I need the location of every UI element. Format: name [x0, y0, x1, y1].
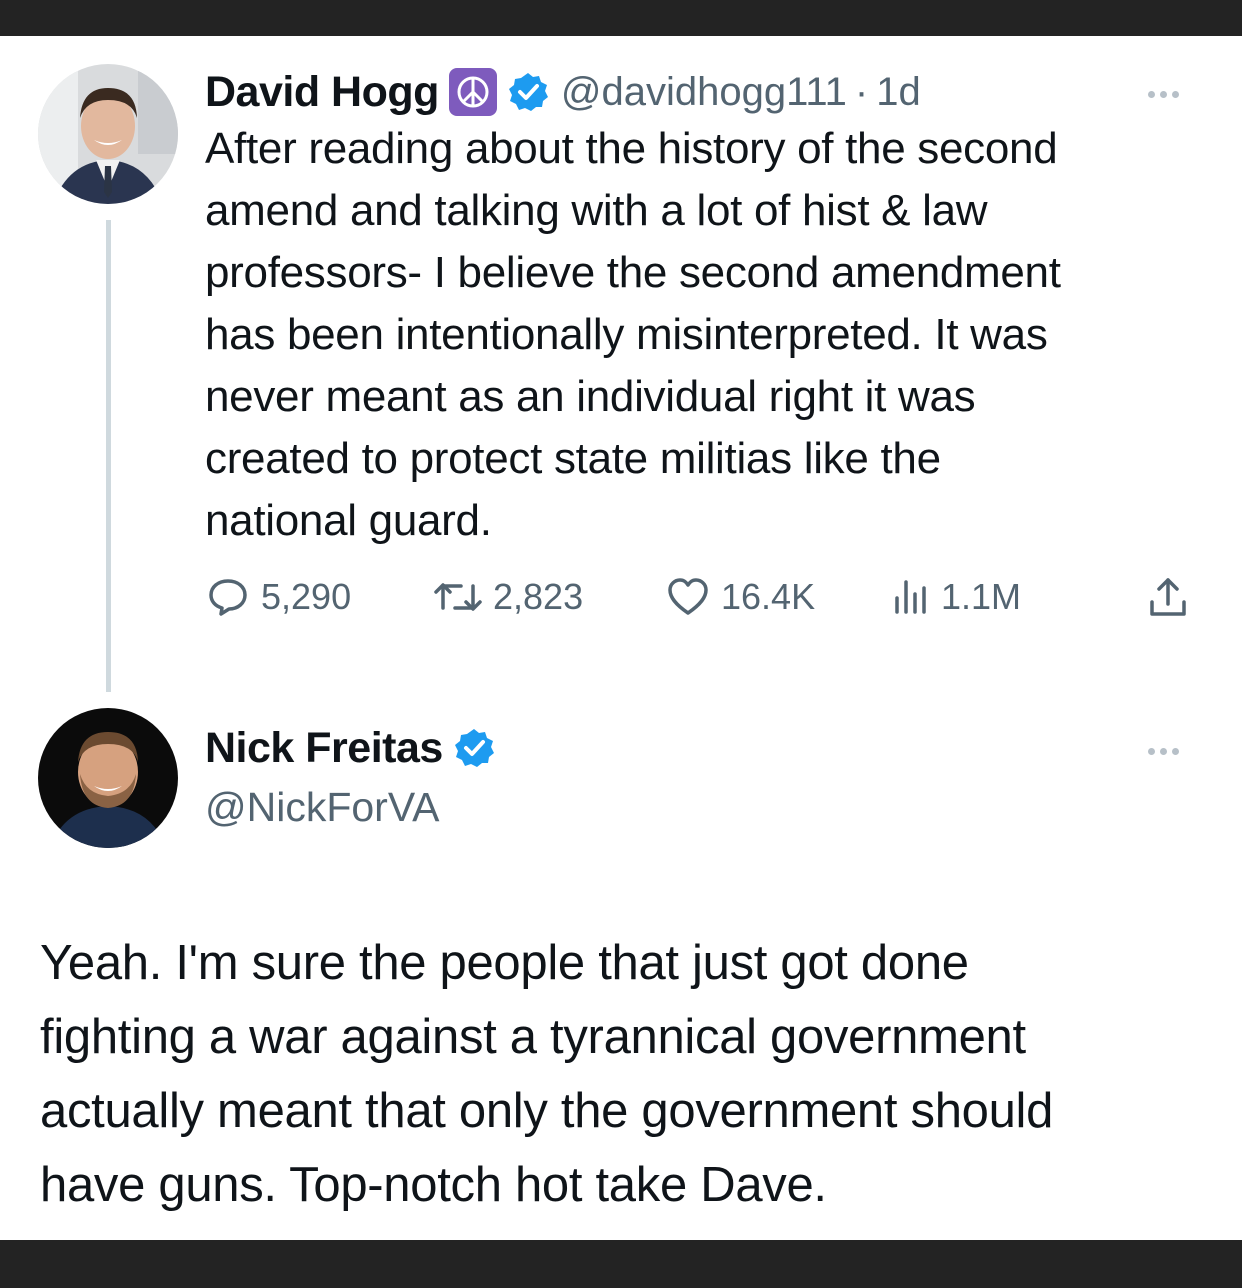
- tweet-header: Nick Freitas: [205, 722, 495, 774]
- verified-badge-icon: [507, 71, 549, 113]
- peace-sign-icon: [448, 68, 497, 116]
- reply-button[interactable]: 5,290: [205, 574, 351, 620]
- tweet-text-line: Yeah. I'm sure the people that just got …: [40, 936, 969, 990]
- like-count: 16.4K: [721, 576, 816, 617]
- tweet-text-line: national guard.: [205, 496, 492, 545]
- heart-icon: [665, 574, 711, 620]
- retweet-icon: [433, 574, 483, 620]
- views-button[interactable]: 1.1M: [891, 574, 1021, 620]
- handle[interactable]: @davidhogg111: [561, 70, 847, 115]
- tweet-text: After reading about the history of the s…: [205, 118, 1205, 552]
- top-frame-bar: [0, 0, 1242, 36]
- retweet-button[interactable]: 2,823: [433, 574, 583, 620]
- share-icon: [1145, 574, 1191, 620]
- handle[interactable]: @NickForVA: [205, 784, 440, 831]
- more-dots-icon[interactable]: [1148, 748, 1179, 755]
- retweet-count: 2,823: [493, 576, 584, 617]
- avatar-nick-freitas[interactable]: [38, 708, 178, 848]
- tweet-text-line: professors- I believe the second amendme…: [205, 248, 1061, 297]
- reply-icon: [205, 574, 251, 620]
- tweet-text-line: actually meant that only the government …: [40, 1084, 1054, 1138]
- tweet-text-line: has been intentionally misinterpreted. I…: [205, 310, 1048, 359]
- tweet-text: Yeah. I'm sure the people that just got …: [40, 926, 1220, 1222]
- tweet-header: David Hogg @davidhogg111 · 1d: [205, 62, 921, 122]
- tweet-text-line: amend and talking with a lot of hist & l…: [205, 186, 988, 235]
- bottom-frame-bar: [0, 1240, 1242, 1288]
- like-button[interactable]: 16.4K: [665, 574, 815, 620]
- tweet-text-line: have guns. Top-notch hot take Dave.: [40, 1158, 827, 1212]
- share-button[interactable]: [1145, 574, 1191, 620]
- avatar-david-hogg[interactable]: [38, 64, 178, 204]
- tweet-screenshot-card: David Hogg @davidhogg111 · 1d After read…: [0, 36, 1242, 1240]
- tweet-action-bar: 5,290 2,823 16.4K 1.1M: [205, 574, 1205, 622]
- tweet-text-line: created to protect state militias like t…: [205, 434, 941, 483]
- more-dots-icon[interactable]: [1148, 91, 1179, 98]
- display-name[interactable]: Nick Freitas: [205, 724, 443, 773]
- tweet-text-line: After reading about the history of the s…: [205, 124, 1058, 173]
- verified-badge-icon: [453, 727, 495, 769]
- separator-dot: ·: [854, 69, 869, 114]
- views-count: 1.1M: [941, 576, 1022, 617]
- tweet-text-line: never meant as an individual right it wa…: [205, 372, 976, 421]
- views-bar-chart-icon: [891, 574, 931, 620]
- tweet-text-line: fighting a war against a tyrannical gove…: [40, 1010, 1026, 1064]
- thread-connector-line: [106, 220, 111, 692]
- display-name[interactable]: David Hogg: [205, 68, 439, 117]
- reply-count: 5,290: [261, 576, 352, 617]
- timestamp[interactable]: 1d: [876, 70, 921, 115]
